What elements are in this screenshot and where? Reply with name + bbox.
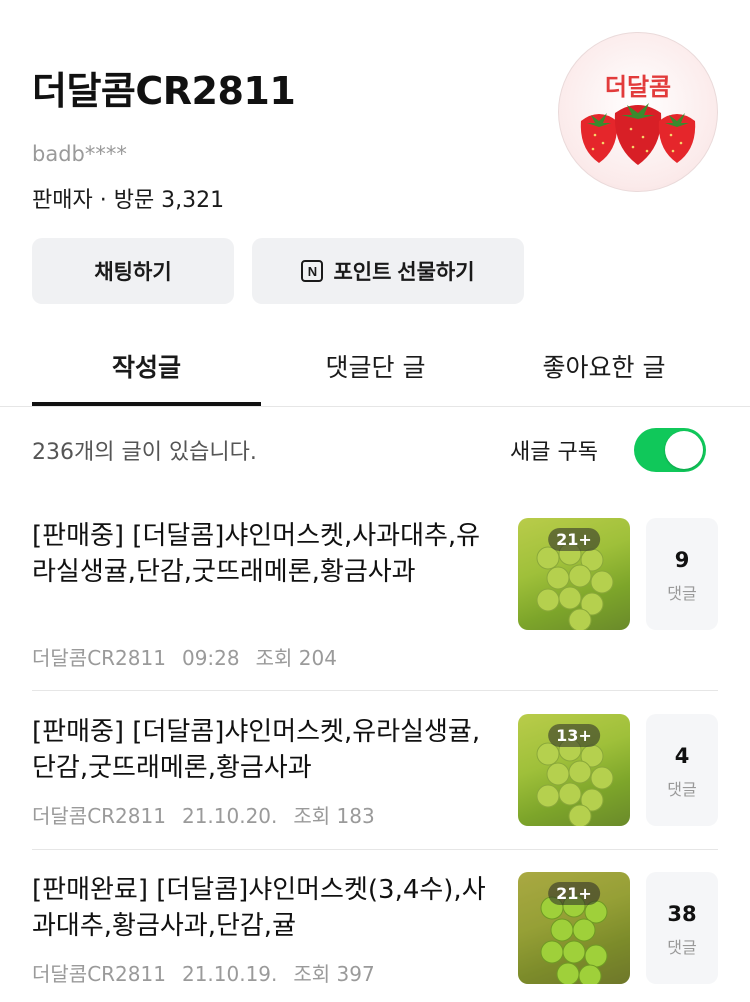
image-count-badge: 21+ xyxy=(548,528,600,551)
list-item[interactable]: [판매중] [더달콤]샤인머스켓,유라실생귤,단감,굿뜨래메론,황금사과 더달콤… xyxy=(32,714,718,830)
post-thumbnail[interactable]: 21+ xyxy=(518,872,630,984)
divider xyxy=(32,849,718,850)
subscribe-label: 새글 구독 xyxy=(510,440,598,465)
gift-points-button[interactable]: N 포인트 선물하기 xyxy=(252,238,524,304)
list-item[interactable]: [판매완료] [더달콤]샤인머스켓(3,4수),사과대추,황금사과,단감,귤 더… xyxy=(32,872,718,988)
post-meta: 더달콤CR2811 09:28 조회 204 xyxy=(32,642,353,671)
post-author: 더달콤CR2811 xyxy=(32,646,166,670)
toggle-knob xyxy=(665,431,703,469)
post-title[interactable]: [판매중] [더달콤]샤인머스켓,유라실생귤,단감,굿뜨래메론,황금사과 xyxy=(32,714,492,786)
comment-count-box[interactable]: 4 댓글 xyxy=(646,714,718,826)
post-date: 21.10.19. xyxy=(181,962,278,986)
post-title[interactable]: [판매중] [더달콤]샤인머스켓,사과대추,유라실생귤,단감,굿뜨래메론,황금사… xyxy=(32,518,492,590)
post-date: 21.10.20. xyxy=(181,804,278,828)
comment-count: 9 xyxy=(674,548,690,572)
post-title[interactable]: [판매완료] [더달콤]샤인머스켓(3,4수),사과대추,황금사과,단감,귤 xyxy=(32,872,492,944)
divider xyxy=(32,690,718,691)
naver-point-icon: N xyxy=(301,260,324,282)
post-thumbnail[interactable]: 21+ xyxy=(518,518,630,630)
post-meta: 더달콤CR2811 21.10.19. 조회 397 xyxy=(32,958,391,987)
image-count-badge: 21+ xyxy=(548,882,600,905)
post-thumbnail[interactable]: 13+ xyxy=(518,714,630,826)
tab-posts[interactable]: 작성글 xyxy=(32,326,261,406)
comment-count: 38 xyxy=(667,902,697,926)
comment-label: 댓글 xyxy=(667,780,697,799)
post-views: 조회 397 xyxy=(293,962,375,986)
comment-count-box[interactable]: 38 댓글 xyxy=(646,872,718,984)
image-count-badge: 13+ xyxy=(548,724,600,747)
post-count: 236개의 글이 있습니다. xyxy=(32,440,257,465)
post-views: 조회 183 xyxy=(293,804,375,828)
list-item[interactable]: [판매중] [더달콤]샤인머스켓,사과대추,유라실생귤,단감,굿뜨래메론,황금사… xyxy=(32,518,718,671)
post-views: 조회 204 xyxy=(255,646,337,670)
tab-liked[interactable]: 좋아요한 글 xyxy=(490,326,718,406)
avatar[interactable]: 더달콤 xyxy=(558,32,718,192)
user-id: badb**** xyxy=(32,142,127,166)
chat-button[interactable]: 채팅하기 xyxy=(32,238,234,304)
strawberry-icon xyxy=(580,103,696,165)
chat-button-label: 채팅하기 xyxy=(94,261,172,284)
post-meta: 더달콤CR2811 21.10.20. 조회 183 xyxy=(32,800,391,829)
post-author: 더달콤CR2811 xyxy=(32,962,166,986)
post-date: 09:28 xyxy=(181,646,240,670)
gift-points-label: 포인트 선물하기 xyxy=(333,261,475,284)
profile-meta: 판매자 · 방문 3,321 xyxy=(32,188,225,213)
comment-count: 4 xyxy=(674,744,690,768)
list-header: 236개의 글이 있습니다. 새글 구독 xyxy=(32,428,718,472)
comment-label: 댓글 xyxy=(667,938,697,957)
tab-bar: 작성글 댓글단 글 좋아요한 글 xyxy=(0,326,750,407)
active-tab-indicator xyxy=(32,402,261,406)
post-author: 더달콤CR2811 xyxy=(32,804,166,828)
comment-label: 댓글 xyxy=(667,584,697,603)
tab-commented[interactable]: 댓글단 글 xyxy=(261,326,490,406)
shop-name: 더달콤CR2811 xyxy=(32,69,296,113)
subscribe-toggle[interactable] xyxy=(634,428,706,472)
comment-count-box[interactable]: 9 댓글 xyxy=(646,518,718,630)
avatar-logo-text: 더달콤 xyxy=(604,73,672,101)
